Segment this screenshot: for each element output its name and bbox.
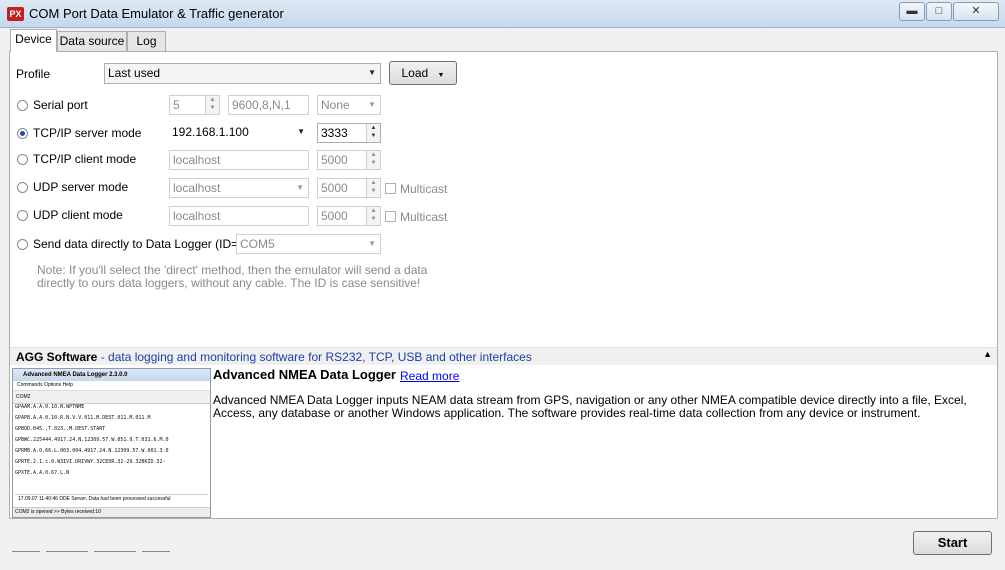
serial-flow-value: None — [321, 98, 350, 112]
thumbnail-title: Advanced NMEA Data Logger 2.3.0.0 — [13, 369, 210, 381]
direct-radio[interactable] — [17, 239, 28, 250]
device-panel: Profile Last used ▼ Load ▼ Serial port 5… — [9, 51, 998, 519]
tab-data-source[interactable]: Data source — [57, 31, 127, 51]
udp-client-radio[interactable] — [17, 210, 28, 221]
thumbnail-log-line: GPXTE.A.A.0.67.L.N — [15, 470, 70, 476]
maximize-button[interactable]: □ — [926, 2, 952, 21]
read-more-link[interactable]: Read more — [400, 369, 459, 383]
tcp-client-host-field[interactable]: localhost — [169, 150, 309, 170]
thumbnail-log: GPAAM.A.A.0.10.N.WPTNME GPAPB.A.A.0.10.R… — [13, 404, 210, 478]
thumbnail-message: 17.09.07 11:40:46 DDE Server. Data had b… — [15, 494, 208, 504]
product-screenshot[interactable]: Advanced NMEA Data Logger 2.3.0.0 Comman… — [12, 368, 211, 518]
tab-device[interactable]: Device — [10, 29, 57, 52]
status-segment — [94, 545, 136, 552]
tcp-server-radio[interactable] — [17, 128, 28, 139]
spin-icon: ▲ ▼ — [205, 96, 219, 114]
udp-client-port-stepper[interactable]: 5000 ▲ ▼ — [317, 206, 381, 226]
udp-server-port-stepper[interactable]: 5000 ▲ ▼ — [317, 178, 381, 198]
profile-label: Profile — [16, 67, 51, 81]
agg-heading: AGG Software - data logging and monitori… — [16, 350, 532, 364]
spin-icon: ▲ ▼ — [366, 179, 380, 197]
tcp-server-label: TCP/IP server mode — [33, 126, 142, 140]
product-title: Advanced NMEA Data Logger — [213, 367, 396, 382]
minimize-button[interactable]: ▬ — [899, 2, 925, 21]
agg-name: AGG Software — [16, 350, 98, 364]
udp-server-host-select[interactable]: localhost ▼ — [169, 178, 309, 198]
product-description: Advanced NMEA Data Logger inputs NEAM da… — [213, 393, 967, 420]
direct-id-select[interactable]: COM5 ▼ — [236, 234, 381, 254]
serial-port-label: Serial port — [33, 98, 88, 112]
tcp-client-port-value: 5000 — [321, 153, 348, 167]
thumbnail-menu: Commands Options Help — [13, 381, 210, 391]
tcp-client-radio[interactable] — [17, 154, 28, 165]
serial-flow-select[interactable]: None ▼ — [317, 95, 381, 115]
chevron-down-icon: ▼ — [368, 68, 376, 77]
serial-settings-field[interactable]: 9600,8,N,1 — [228, 95, 309, 115]
tcp-client-port-stepper[interactable]: 5000 ▲ ▼ — [317, 150, 381, 170]
app-icon: PX — [7, 7, 24, 21]
collapse-up-icon[interactable]: ▲ — [983, 349, 992, 359]
udp-server-multicast-checkbox[interactable] — [385, 183, 396, 194]
dropdown-arrow-icon: ▼ — [437, 72, 445, 79]
agg-tagline[interactable]: - data logging and monitoring software f… — [97, 350, 532, 364]
direct-note: Note: If you'll select the 'direct' meth… — [37, 263, 428, 290]
close-icon: ✕ — [971, 5, 981, 17]
udp-server-port-value: 5000 — [321, 181, 348, 195]
maximize-icon: □ — [935, 5, 943, 17]
udp-client-port-value: 5000 — [321, 209, 348, 223]
udp-client-host-field[interactable]: localhost — [169, 206, 309, 226]
serial-port-number-stepper[interactable]: 5 ▲ ▼ — [169, 95, 220, 115]
profile-value: Last used — [108, 66, 161, 80]
tcp-server-host-select[interactable]: 192.168.1.100 ▼ — [169, 123, 309, 143]
agg-banner: AGG Software - data logging and monitori… — [10, 347, 997, 365]
spin-icon: ▲ ▼ — [366, 124, 380, 142]
udp-client-multicast-label: Multicast — [400, 210, 448, 224]
chevron-down-icon: ▼ — [297, 127, 305, 136]
udp-client-label: UDP client mode — [33, 208, 123, 222]
direct-label: Send data directly to Data Logger (ID=) — [33, 237, 243, 251]
spin-icon: ▲ ▼ — [366, 207, 380, 225]
load-button[interactable]: Load ▼ — [389, 61, 457, 85]
status-segment — [46, 545, 88, 552]
window-title: COM Port Data Emulator & Traffic generat… — [29, 6, 284, 21]
tcp-server-port-value: 3333 — [321, 126, 348, 140]
udp-server-radio[interactable] — [17, 182, 28, 193]
udp-server-host-value: localhost — [173, 181, 221, 195]
direct-id-value: COM5 — [240, 237, 275, 251]
udp-server-multicast-label: Multicast — [400, 182, 448, 196]
serial-port-number-value: 5 — [173, 98, 180, 112]
load-label: Load — [401, 66, 429, 80]
thumbnail-toolbar: COM2 — [13, 391, 210, 404]
thumbnail-status: COM2 is opened >> Bytes received:10 — [13, 507, 210, 517]
tcp-client-label: TCP/IP client mode — [33, 152, 137, 166]
udp-server-label: UDP server mode — [33, 180, 129, 194]
tcp-server-host-value: 192.168.1.100 — [172, 125, 249, 139]
tcp-server-port-stepper[interactable]: 3333 ▲ ▼ — [317, 123, 381, 143]
spin-icon: ▲ ▼ — [366, 151, 380, 169]
profile-select[interactable]: Last used ▼ — [104, 63, 381, 84]
status-segment — [142, 545, 170, 552]
chevron-down-icon: ▼ — [368, 239, 376, 248]
chevron-down-icon: ▼ — [368, 100, 376, 109]
minimize-icon: ▬ — [906, 5, 918, 17]
status-segment — [12, 545, 40, 552]
serial-port-radio[interactable] — [17, 100, 28, 111]
close-button[interactable]: ✕ — [953, 2, 999, 21]
chevron-down-icon: ▼ — [296, 183, 304, 192]
udp-client-multicast-checkbox[interactable] — [385, 211, 396, 222]
tab-log[interactable]: Log — [127, 31, 166, 51]
title-bar: PX COM Port Data Emulator & Traffic gene… — [0, 0, 1005, 28]
start-button[interactable]: Start — [913, 531, 992, 555]
